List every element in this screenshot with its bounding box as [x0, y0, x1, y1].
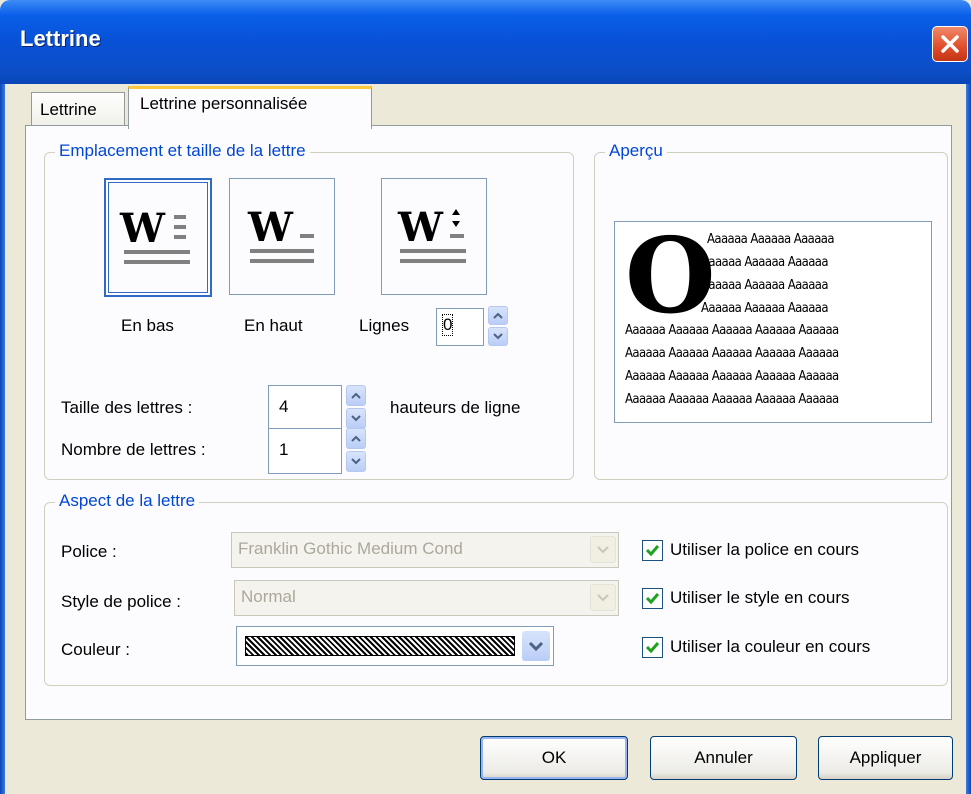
spin-up-icon[interactable] [346, 428, 366, 449]
preview-line: Aaaaaa Aaaaaa Aaaaaa [701, 278, 829, 293]
count-spinner[interactable]: 1 [268, 428, 342, 474]
title-bar[interactable]: Lettrine [0, 0, 971, 84]
svg-text:W: W [247, 204, 294, 251]
use-style-checkbox[interactable] [642, 588, 663, 609]
cancel-button[interactable]: Annuler [650, 736, 797, 780]
preview-line: Aaaaaa Aaaaaa Aaaaaa Aaaaaa Aaaaaa [625, 346, 839, 361]
spin-up-icon[interactable] [488, 306, 508, 325]
spin-up-icon[interactable] [346, 385, 366, 406]
style-label: Style de police : [61, 592, 182, 611]
checkmark-icon [645, 545, 660, 557]
preview-line: Aaaaaa Aaaaaa Aaaaaa Aaaaaa Aaaaaa [625, 323, 839, 338]
size-unit-label: hauteurs de ligne [390, 398, 521, 417]
apply-button[interactable]: Appliquer [818, 736, 953, 780]
tab-lettrine-personnalisee[interactable]: Lettrine personnalisée [128, 86, 372, 129]
use-color-checkbox[interactable] [642, 637, 663, 658]
font-dropdown-button [590, 536, 616, 563]
dialog-title: Lettrine [20, 26, 101, 51]
checkmark-icon [645, 593, 660, 605]
dialog-window: Lettrine Lettrine Lettrine personnalisée… [0, 0, 971, 794]
color-dropdown-button[interactable] [522, 631, 550, 661]
size-value[interactable]: 4 [279, 397, 288, 417]
size-spinner-buttons[interactable] [346, 385, 366, 429]
cancel-button-label: Annuler [694, 748, 753, 767]
size-spinner[interactable]: 4 [268, 385, 342, 431]
chevron-down-icon [597, 546, 609, 554]
close-icon [941, 35, 959, 53]
appearance-legend: Aspect de la lettre [55, 491, 200, 511]
use-font-checkbox[interactable] [642, 540, 663, 561]
color-swatch [245, 636, 515, 656]
use-color-label[interactable]: Utiliser la couleur en cours [670, 637, 870, 657]
use-font-label[interactable]: Utiliser la police en cours [670, 540, 859, 560]
font-label: Police : [61, 542, 117, 561]
preview-line: Aaaaaa Aaaaaa Aaaaaa Aaaaaa Aaaaaa [625, 392, 839, 407]
lines-value[interactable]: 0 [441, 314, 454, 336]
checkmark-icon [645, 642, 660, 654]
spin-down-icon[interactable] [488, 327, 508, 346]
dialog-content: Lettrine Lettrine personnalisée Emplacem… [5, 84, 966, 794]
chevron-down-icon [528, 641, 544, 652]
color-select[interactable] [236, 626, 554, 666]
style-dropdown-button [590, 584, 616, 611]
position-lines-button[interactable]: W [381, 178, 487, 295]
svg-text:W: W [397, 204, 444, 251]
chevron-down-icon [597, 594, 609, 602]
lines-spinner[interactable]: 0 [436, 308, 484, 346]
position-top-button[interactable]: W [229, 178, 335, 295]
preview-line: Aaaaaa Aaaaaa Aaaaaa [701, 255, 829, 270]
spin-down-icon[interactable] [346, 451, 366, 472]
spin-down-icon[interactable] [346, 408, 366, 429]
svg-text:W: W [119, 205, 166, 252]
style-select: Normal [234, 580, 619, 616]
preview-legend: Aperçu [605, 141, 667, 161]
tab-lettrine[interactable]: Lettrine [31, 92, 125, 126]
size-label: Taille des lettres : [61, 398, 193, 417]
ok-button[interactable]: OK [480, 736, 628, 780]
preview-box: O Aaaaaa Aaaaaa Aaaaaa Aaaaaa Aaaaaa Aaa… [614, 221, 932, 423]
dropcap-lines-icon: W [397, 204, 466, 263]
lines-spinner-buttons[interactable] [488, 306, 508, 346]
count-label: Nombre de lettres : [61, 440, 206, 459]
tab-label: Lettrine personnalisée [140, 94, 308, 113]
style-select-value: Normal [241, 587, 296, 606]
use-style-label[interactable]: Utiliser le style en cours [670, 588, 850, 608]
placement-legend: Emplacement et taille de la lettre [55, 141, 310, 161]
apply-button-label: Appliquer [849, 748, 922, 767]
ok-button-label: OK [541, 748, 567, 767]
color-label: Couleur : [61, 640, 130, 659]
font-select: Franklin Gothic Medium Cond [231, 532, 619, 568]
position-top-label: En haut [244, 316, 303, 335]
window-border-right [966, 84, 971, 794]
preview-line: Aaaaaa Aaaaaa Aaaaaa Aaaaaa Aaaaaa [625, 369, 839, 384]
tab-label: Lettrine [40, 100, 97, 119]
count-spinner-buttons[interactable] [346, 428, 366, 472]
position-bottom-button[interactable]: W [104, 178, 212, 297]
dropcap-bottom-icon: W [119, 205, 190, 264]
font-select-value: Franklin Gothic Medium Cond [238, 539, 463, 558]
close-button[interactable] [932, 26, 968, 62]
count-value[interactable]: 1 [279, 440, 288, 460]
preview-line: Aaaaaa Aaaaaa Aaaaaa [707, 232, 835, 247]
position-bottom-label: En bas [121, 316, 174, 335]
dropcap-top-icon: W [247, 204, 314, 263]
tab-panel: Emplacement et taille de la lettre W W W… [25, 125, 952, 720]
lines-label: Lignes [359, 316, 410, 335]
preview-line: Aaaaaa Aaaaaa Aaaaaa [701, 301, 829, 316]
